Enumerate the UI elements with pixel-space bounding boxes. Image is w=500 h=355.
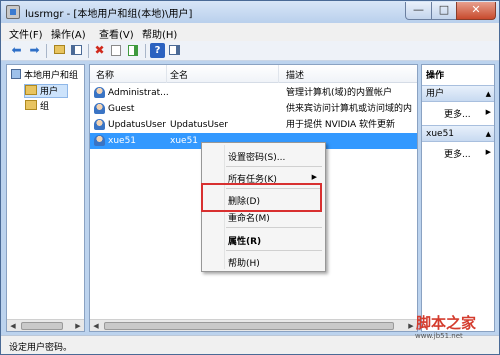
menu-file[interactable]: 文件(F) (9, 26, 43, 41)
delete-highlight-box (201, 183, 322, 212)
column-description[interactable]: 描述 (286, 68, 304, 81)
tree-root[interactable]: 本地用户和组 (11, 69, 78, 83)
properties-icon[interactable] (109, 43, 124, 58)
scroll-right-icon[interactable]: ▶ (406, 321, 416, 331)
window-title: lusrmgr - [本地用户和组(本地)\用户] (25, 9, 193, 20)
menu-set-password[interactable]: 设置密码(S)... (228, 150, 285, 163)
menu-separator (226, 166, 322, 167)
menu-help-item[interactable]: 帮助(H) (228, 256, 260, 269)
help-icon[interactable]: ? (150, 43, 165, 58)
app-icon[interactable] (6, 5, 20, 19)
actions-section-user[interactable]: xue51 ▲ (422, 125, 494, 142)
maximize-button[interactable]: □ (431, 2, 457, 20)
actions-section-label: xue51 (426, 129, 455, 139)
toolbar-separator (145, 44, 146, 58)
menu-action[interactable]: 操作(A) (51, 26, 86, 41)
folder-icon (25, 100, 37, 110)
forward-arrow-icon[interactable]: ➡ (27, 43, 42, 58)
show-hide-pane-icon[interactable] (167, 43, 182, 58)
minimize-button[interactable]: — (405, 2, 432, 20)
tree-item-groups[interactable]: 组 (25, 100, 49, 114)
computer-icon (11, 69, 21, 79)
export-icon[interactable] (126, 43, 141, 58)
mmc-window: lusrmgr - [本地用户和组(本地)\用户] — □ ✕ 文件(F) 操作… (0, 0, 500, 355)
tree-horizontal-scrollbar[interactable]: ◀ ▶ (7, 319, 84, 331)
row-fullname: xue51 (170, 136, 199, 146)
status-text: 设定用户密码。 (9, 343, 73, 353)
tree-item-users-label: 用户 (40, 87, 59, 97)
menu-rename[interactable]: 重命名(M) (228, 211, 270, 224)
user-icon (94, 135, 105, 146)
list-horizontal-scrollbar[interactable]: ◀ ▶ (90, 319, 417, 331)
more-actions-link[interactable]: 更多... (444, 147, 471, 160)
column-divider[interactable] (166, 65, 167, 83)
scroll-left-icon[interactable]: ◀ (8, 321, 18, 331)
expand-arrow-icon[interactable]: ▶ (486, 148, 491, 156)
watermark-url: www.jb51.net (415, 332, 463, 340)
actions-section-label: 用户 (426, 89, 445, 99)
row-fullname: UpdatusUser (170, 120, 228, 130)
submenu-arrow-icon: ▶ (311, 173, 317, 181)
actions-section-users[interactable]: 用户 ▲ (422, 85, 494, 102)
tree-item-groups-label: 组 (40, 102, 50, 112)
menu-separator (226, 227, 322, 228)
row-description: 用于提供 NVIDIA 软件更新 (286, 120, 396, 130)
row-description: 供来宾访问计算机或访问域的内 (286, 104, 413, 114)
table-row[interactable]: Guest 供来宾访问计算机或访问域的内 (90, 101, 417, 117)
menu-help[interactable]: 帮助(H) (142, 26, 177, 41)
row-name: UpdatusUser (108, 120, 166, 130)
title-bar[interactable]: lusrmgr - [本地用户和组(本地)\用户] — □ ✕ (1, 1, 499, 23)
more-actions-link[interactable]: 更多... (444, 107, 471, 120)
back-arrow-icon[interactable]: ⬅ (9, 43, 24, 58)
collapse-arrow-icon[interactable]: ▲ (486, 86, 491, 103)
row-name: Administrat... (108, 88, 169, 98)
toolbar: ⬅ ➡ ✖ ? (1, 41, 499, 61)
menu-view[interactable]: 查看(V) (99, 26, 134, 41)
more-actions-label: 更多... (444, 110, 471, 120)
toolbar-separator (88, 44, 89, 58)
row-description: 管理计算机(域)的内置帐户 (286, 88, 393, 98)
up-folder-icon[interactable] (52, 43, 67, 58)
delete-icon[interactable]: ✖ (92, 43, 107, 58)
console-tree-icon[interactable] (69, 43, 84, 58)
menu-bar: 文件(F) 操作(A) 查看(V) 帮助(H) (1, 23, 499, 41)
list-header: 名称 全名 描述 (90, 65, 417, 83)
toolbar-separator (46, 44, 47, 58)
scroll-left-icon[interactable]: ◀ (91, 321, 101, 331)
collapse-arrow-icon[interactable]: ▲ (486, 126, 491, 143)
column-name[interactable]: 名称 (96, 68, 114, 81)
watermark-logo: 脚本之家 (416, 314, 477, 332)
row-name: Guest (108, 104, 135, 114)
column-fullname[interactable]: 全名 (170, 68, 188, 81)
menu-separator (226, 250, 322, 251)
user-icon (94, 103, 105, 114)
tree-root-label: 本地用户和组 (24, 71, 79, 81)
menu-properties[interactable]: 属性(R) (228, 234, 261, 247)
table-row[interactable]: UpdatusUser UpdatusUser 用于提供 NVIDIA 软件更新 (90, 117, 417, 133)
column-divider[interactable] (278, 65, 279, 83)
tree-item-users[interactable]: 用户 (24, 84, 68, 98)
close-button[interactable]: ✕ (456, 2, 496, 20)
user-icon (94, 119, 105, 130)
scroll-thumb[interactable] (104, 322, 394, 330)
scroll-thumb[interactable] (21, 322, 63, 330)
console-tree: 本地用户和组 用户 组 ◀ ▶ (6, 64, 85, 332)
folder-icon (25, 85, 37, 95)
expand-arrow-icon[interactable]: ▶ (486, 108, 491, 116)
actions-title: 操作 (426, 71, 445, 81)
table-row[interactable]: Administrat... 管理计算机(域)的内置帐户 (90, 85, 417, 101)
row-name: xue51 (108, 136, 137, 146)
more-actions-label: 更多... (444, 150, 471, 160)
actions-pane: 操作 用户 ▲ 更多... ▶ xue51 ▲ 更多... ▶ (421, 64, 495, 332)
scroll-right-icon[interactable]: ▶ (73, 321, 83, 331)
user-icon (94, 87, 105, 98)
